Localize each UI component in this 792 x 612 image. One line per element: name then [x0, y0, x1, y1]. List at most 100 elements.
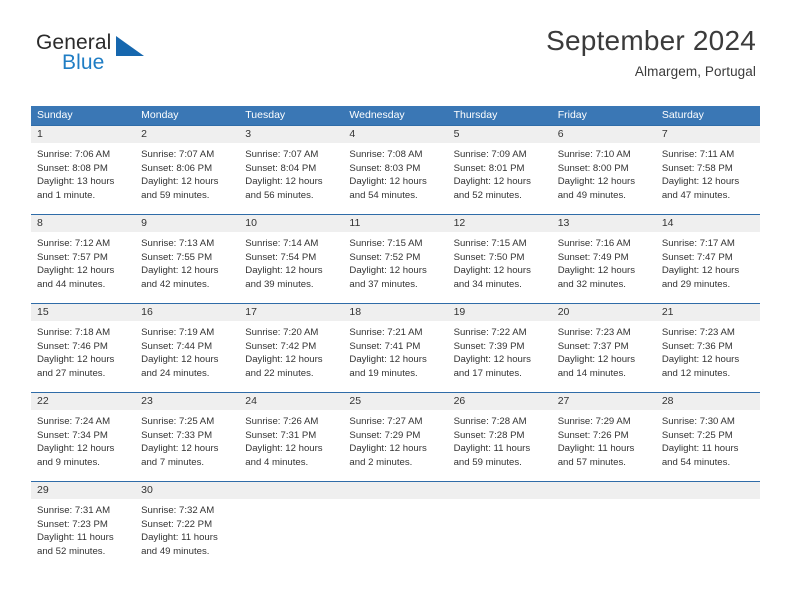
calendar-week-row: 22 Sunrise: 7:24 AM Sunset: 7:34 PM Dayligh…: [31, 392, 760, 481]
daylight-text-line1: Daylight: 12 hours: [661, 176, 740, 188]
sunset-text: Sunset: 8:01 PM: [453, 162, 525, 174]
sunset-text: Sunset: 7:44 PM: [141, 340, 213, 352]
day-cell[interactable]: 15 Sunrise: 7:18 AM Sunset: 7:46 PM Dayligh…: [31, 304, 136, 392]
day-details: Sunrise: 7:16 AM Sunset: 7:49 PM Daylight:…: [552, 232, 656, 291]
sunrise-text: Sunrise: 7:15 AM: [349, 238, 423, 249]
daylight-text-line2: and 22 minutes.: [245, 367, 314, 379]
day-details: Sunrise: 7:17 AM Sunset: 7:47 PM Daylight:…: [656, 232, 760, 291]
day-cell[interactable]: 21 Sunrise: 7:23 AM Sunset: 7:36 PM Dayligh…: [655, 304, 760, 392]
daylight-text-line1: Daylight: 12 hours: [37, 443, 115, 455]
day-cell[interactable]: 3 Sunrise: 7:07 AM Sunset: 8:04 PM Daylight…: [239, 126, 344, 214]
day-cell[interactable]: 14 Sunrise: 7:17 AM Sunset: 7:47 PM Dayligh…: [655, 215, 760, 303]
day-details: Sunrise: 7:15 AM Sunset: 7:50 PM Daylight:…: [448, 232, 552, 291]
day-cell[interactable]: 18 Sunrise: 7:21 AM Sunset: 7:41 PM Dayligh…: [343, 304, 448, 392]
day-number: 7: [655, 126, 760, 143]
day-cell[interactable]: 5 Sunrise: 7:09 AM Sunset: 8:01 PM Daylight…: [447, 126, 552, 214]
daylight-text-line2: and 17 minutes.: [453, 367, 522, 379]
day-number: 15: [31, 304, 136, 321]
day-number: 21: [655, 304, 760, 321]
day-number: [655, 482, 760, 499]
daylight-text-line2: and 12 minutes.: [661, 367, 731, 379]
day-cell[interactable]: 28 Sunrise: 7:30 AM Sunset: 7:25 PM Dayligh…: [655, 393, 760, 481]
sunset-text: Sunset: 7:55 PM: [141, 251, 213, 263]
sunset-text: Sunset: 7:52 PM: [349, 251, 421, 263]
calendar-grid: Sunday Monday Tuesday Wednesday Thursday Frid…: [31, 106, 760, 568]
daylight-text-line2: and 14 minutes.: [557, 367, 626, 379]
daylight-text-line2: and 52 minutes.: [37, 545, 106, 557]
sunrise-text: Sunrise: 7:22 AM: [453, 327, 527, 338]
calendar-page: General Blue September 2024 Almargem, Po…: [0, 0, 792, 612]
daylight-text-line2: and 54 minutes.: [349, 189, 418, 201]
daylight-text-line2: and 56 minutes.: [245, 189, 314, 201]
daylight-text-line2: and 9 minutes.: [37, 456, 100, 468]
daylight-text-line2: and 47 minutes.: [661, 189, 731, 201]
day-details: Sunrise: 7:08 AM Sunset: 8:03 PM Daylight:…: [343, 143, 447, 202]
calendar-week-row: 1 Sunrise: 7:06 AM Sunset: 8:08 PM Daylight…: [31, 125, 760, 214]
day-details: Sunrise: 7:29 AM Sunset: 7:26 PM Daylight:…: [552, 410, 656, 469]
brand-logo[interactable]: General Blue: [36, 32, 256, 80]
sunrise-text: Sunrise: 7:32 AM: [141, 505, 215, 516]
daylight-text-line1: Daylight: 12 hours: [37, 354, 115, 366]
daylight-text-line2: and 34 minutes.: [453, 278, 522, 290]
daylight-text-line2: and 1 minute.: [37, 189, 96, 201]
calendar-week-row: 8 Sunrise: 7:12 AM Sunset: 7:57 PM Daylight…: [31, 214, 760, 303]
sunset-text: Sunset: 8:06 PM: [141, 162, 213, 174]
day-number: 10: [239, 215, 344, 232]
day-details: Sunrise: 7:30 AM Sunset: 7:25 PM Daylight:…: [656, 410, 760, 469]
day-cell[interactable]: 27 Sunrise: 7:29 AM Sunset: 7:26 PM Dayligh…: [551, 393, 656, 481]
daylight-text-line1: Daylight: 12 hours: [349, 265, 427, 277]
sunrise-text: Sunrise: 7:12 AM: [37, 238, 111, 249]
day-cell[interactable]: 25 Sunrise: 7:27 AM Sunset: 7:29 PM Dayligh…: [343, 393, 448, 481]
sunset-text: Sunset: 7:39 PM: [453, 340, 525, 352]
day-cell[interactable]: 6 Sunrise: 7:10 AM Sunset: 8:00 PM Daylight…: [551, 126, 656, 214]
daylight-text-line2: and 39 minutes.: [245, 278, 314, 290]
day-cell[interactable]: 26 Sunrise: 7:28 AM Sunset: 7:28 PM Dayligh…: [447, 393, 552, 481]
calendar-week-row: 15 Sunrise: 7:18 AM Sunset: 7:46 PM Dayligh…: [31, 303, 760, 392]
sunset-text: Sunset: 7:28 PM: [453, 429, 525, 441]
day-cell[interactable]: 16 Sunrise: 7:19 AM Sunset: 7:44 PM Dayligh…: [135, 304, 240, 392]
calendar-weeks: 1 Sunrise: 7:06 AM Sunset: 8:08 PM Daylight…: [31, 125, 760, 568]
day-cell[interactable]: 24 Sunrise: 7:26 AM Sunset: 7:31 PM Dayligh…: [239, 393, 344, 481]
daylight-text-line1: Daylight: 12 hours: [349, 176, 427, 188]
day-details: [656, 499, 760, 504]
day-number: [447, 482, 552, 499]
day-cell[interactable]: 20 Sunrise: 7:23 AM Sunset: 7:37 PM Dayligh…: [551, 304, 656, 392]
day-cell[interactable]: 23 Sunrise: 7:25 AM Sunset: 7:33 PM Dayligh…: [135, 393, 240, 481]
day-cell[interactable]: 10 Sunrise: 7:14 AM Sunset: 7:54 PM Dayligh…: [239, 215, 344, 303]
weekday-header-thursday: Thursday: [453, 109, 498, 121]
sunrise-text: Sunrise: 7:25 AM: [141, 416, 215, 427]
daylight-text-line1: Daylight: 11 hours: [141, 532, 218, 544]
daylight-text-line1: Daylight: 13 hours: [37, 176, 115, 188]
sunset-text: Sunset: 7:46 PM: [37, 340, 108, 352]
day-cell-empty: [239, 482, 344, 568]
sunrise-text: Sunrise: 7:07 AM: [141, 149, 215, 160]
sunset-text: Sunset: 8:03 PM: [349, 162, 421, 174]
day-cell[interactable]: 11 Sunrise: 7:15 AM Sunset: 7:52 PM Dayligh…: [343, 215, 448, 303]
day-cell[interactable]: 13 Sunrise: 7:16 AM Sunset: 7:49 PM Dayligh…: [551, 215, 656, 303]
sunrise-text: Sunrise: 7:27 AM: [349, 416, 423, 427]
day-cell[interactable]: 22 Sunrise: 7:24 AM Sunset: 7:34 PM Dayligh…: [31, 393, 136, 481]
sunset-text: Sunset: 7:22 PM: [141, 518, 213, 530]
sunset-text: Sunset: 7:31 PM: [245, 429, 317, 441]
day-cell[interactable]: 4 Sunrise: 7:08 AM Sunset: 8:03 PM Daylight…: [343, 126, 448, 214]
day-cell[interactable]: 2 Sunrise: 7:07 AM Sunset: 8:06 PM Daylight…: [135, 126, 240, 214]
day-number: 2: [135, 126, 240, 143]
day-cell[interactable]: 9 Sunrise: 7:13 AM Sunset: 7:55 PM Daylight…: [135, 215, 240, 303]
sunrise-text: Sunrise: 7:31 AM: [37, 505, 111, 516]
day-cell[interactable]: 1 Sunrise: 7:06 AM Sunset: 8:08 PM Daylight…: [31, 126, 136, 214]
day-cell[interactable]: 17 Sunrise: 7:20 AM Sunset: 7:42 PM Dayligh…: [239, 304, 344, 392]
day-cell[interactable]: 30 Sunrise: 7:32 AM Sunset: 7:22 PM Dayligh…: [135, 482, 240, 568]
daylight-text-line2: and 54 minutes.: [661, 456, 731, 468]
day-cell[interactable]: 19 Sunrise: 7:22 AM Sunset: 7:39 PM Dayligh…: [447, 304, 552, 392]
day-cell[interactable]: 7 Sunrise: 7:11 AM Sunset: 7:58 PM Daylight…: [655, 126, 760, 214]
brand-name-general: General: [36, 31, 112, 54]
day-cell[interactable]: 12 Sunrise: 7:15 AM Sunset: 7:50 PM Dayligh…: [447, 215, 552, 303]
daylight-text-line1: Daylight: 12 hours: [245, 176, 323, 188]
day-cell[interactable]: 8 Sunrise: 7:12 AM Sunset: 7:57 PM Daylight…: [31, 215, 136, 303]
calendar-week-row: 29 Sunrise: 7:31 AM Sunset: 7:23 PM Dayligh…: [31, 481, 760, 568]
weekday-header-saturday: Saturday: [661, 109, 704, 121]
day-cell[interactable]: 29 Sunrise: 7:31 AM Sunset: 7:23 PM Dayligh…: [31, 482, 136, 568]
sunrise-text: Sunrise: 7:16 AM: [557, 238, 631, 249]
day-number: 20: [551, 304, 656, 321]
day-number: [551, 482, 656, 499]
